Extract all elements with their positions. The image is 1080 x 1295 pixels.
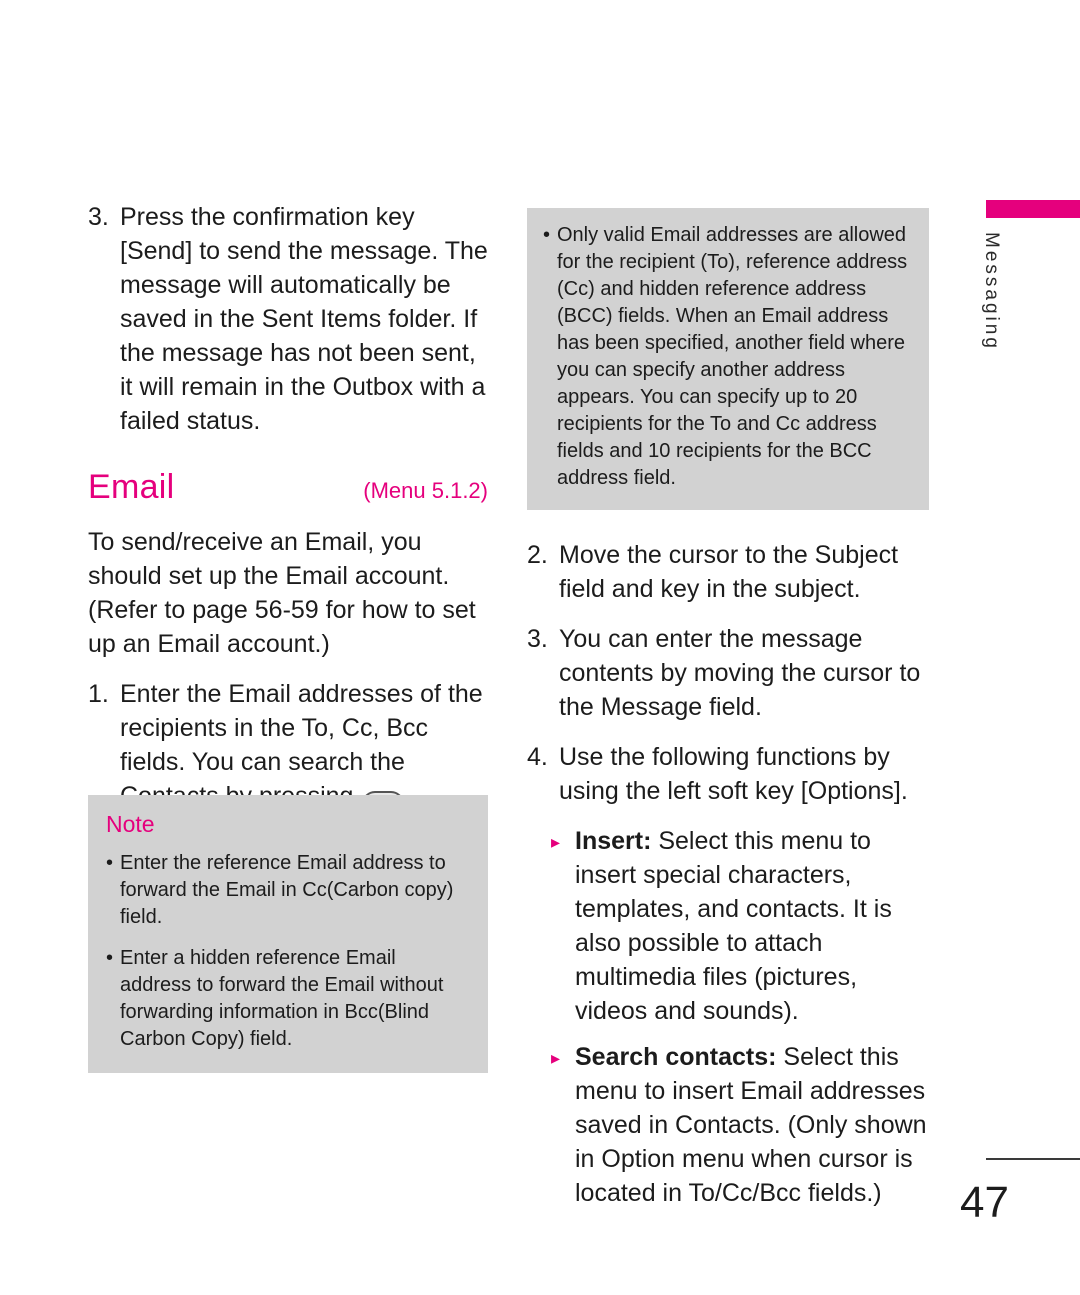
left-step-3-number: 3. <box>88 203 109 231</box>
option-item-search-contacts-label: Search contacts: <box>575 1043 777 1071</box>
right-step-3-number: 3. <box>527 625 548 653</box>
right-step-3-text: You can enter the message contents by mo… <box>559 625 921 721</box>
section-tab-label: Messaging <box>981 232 1002 351</box>
menu-reference: (Menu 5.1.2) <box>363 478 488 503</box>
note-title: Note <box>106 811 155 837</box>
note-box: Note • Enter the reference Email address… <box>88 795 488 1073</box>
right-step-2: 2. Move the cursor to the Subject field … <box>527 538 929 606</box>
option-item-insert: ▸ Insert: Select this menu to insert spe… <box>551 824 929 1028</box>
section-tab-bar <box>986 200 1080 218</box>
arrow-bullet-icon: ▸ <box>551 832 561 852</box>
option-item-search-contacts-body: Search contacts: Select this menu to ins… <box>575 1040 929 1210</box>
page-title: Email <box>88 468 175 506</box>
right-step-4-number: 4. <box>527 743 548 771</box>
note-bullet-1-text: Enter the reference Email address to for… <box>120 852 454 928</box>
info-box: • Only valid Email addresses are allowed… <box>527 208 929 510</box>
page-number-rule <box>986 1158 1080 1160</box>
info-box-bullet: • Only valid Email addresses are allowed… <box>543 222 913 492</box>
document-page: Messaging 3. Press the confirmation key … <box>0 0 1080 1295</box>
right-step-2-text: Move the cursor to the Subject field and… <box>559 541 899 603</box>
note-bullet-2: • Enter a hidden reference Email address… <box>106 945 470 1053</box>
note-bullet-1: • Enter the reference Email address to f… <box>106 850 470 931</box>
right-step-3: 3. You can enter the message contents by… <box>527 622 929 724</box>
bullet-dot-icon: • <box>106 852 114 874</box>
arrow-bullet-icon: ▸ <box>551 1048 561 1068</box>
right-step-2-number: 2. <box>527 541 548 569</box>
option-item-search-contacts: ▸ Search contacts: Select this menu to i… <box>551 1040 929 1210</box>
option-item-insert-label: Insert: <box>575 827 652 855</box>
left-step-1-text-before: Enter the Email addresses of the recipie… <box>120 680 483 810</box>
left-step-3: 3. Press the confirmation key [Send] to … <box>88 200 488 438</box>
right-step-4: 4. Use the following functions by using … <box>527 740 929 808</box>
email-intro-paragraph: To send/receive an Email, you should set… <box>88 528 476 658</box>
option-item-insert-text: Select this menu to insert special chara… <box>575 827 892 1025</box>
info-box-text: Only valid Email addresses are allowed f… <box>557 224 908 489</box>
bullet-dot-icon: • <box>543 224 551 246</box>
email-heading-row: Email (Menu 5.1.2) <box>88 468 488 507</box>
page-number: 47 <box>960 1178 1009 1227</box>
right-step-4-text: Use the following functions by using the… <box>559 743 908 805</box>
note-bullet-2-text: Enter a hidden reference Email address t… <box>120 947 444 1050</box>
left-step-3-text: Press the confirmation key [Send] to sen… <box>120 203 488 435</box>
right-column: • Only valid Email addresses are allowed… <box>527 208 929 1222</box>
bullet-dot-icon: • <box>106 947 114 969</box>
option-item-insert-body: Insert: Select this menu to insert speci… <box>575 824 929 1028</box>
left-column: 3. Press the confirmation key [Send] to … <box>88 200 488 836</box>
